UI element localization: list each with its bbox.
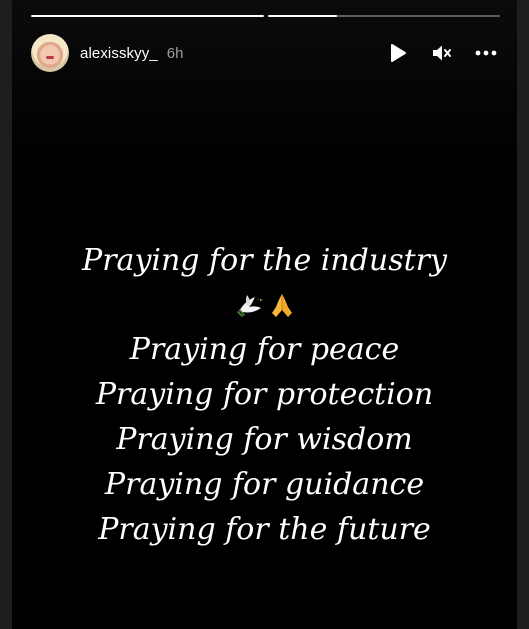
avatar[interactable] (31, 34, 69, 72)
story-line: Praying for the industry (82, 243, 447, 278)
dove-icon (236, 295, 263, 317)
progress-segment (267, 15, 500, 17)
progress-fill (267, 15, 338, 17)
story-controls (387, 42, 497, 64)
story-text: Praying for the industry Praying for pea… (12, 238, 517, 552)
play-icon (391, 44, 406, 62)
story-line: Praying for guidance (104, 467, 425, 502)
speaker-muted-icon (433, 45, 451, 61)
story-progress (31, 15, 500, 17)
more-options-button[interactable] (475, 42, 497, 64)
play-button[interactable] (387, 42, 409, 64)
story-line: Praying for wisdom (116, 422, 413, 457)
story-header: alexisskyy_ 6h (31, 34, 501, 72)
username[interactable]: alexisskyy_ (80, 45, 158, 62)
story-viewer[interactable]: alexisskyy_ 6h Praying for the industry … (12, 0, 517, 629)
story-line: Praying for protection (95, 377, 434, 412)
timestamp: 6h (166, 44, 184, 62)
progress-fill (31, 15, 264, 17)
more-options-icon (475, 50, 497, 56)
progress-segment (31, 15, 264, 17)
mute-button[interactable] (431, 42, 453, 64)
story-line: Praying for the future (98, 512, 431, 547)
praying-hands-icon (271, 294, 292, 317)
emoji-row (12, 283, 517, 327)
story-line: Praying for peace (129, 332, 400, 367)
